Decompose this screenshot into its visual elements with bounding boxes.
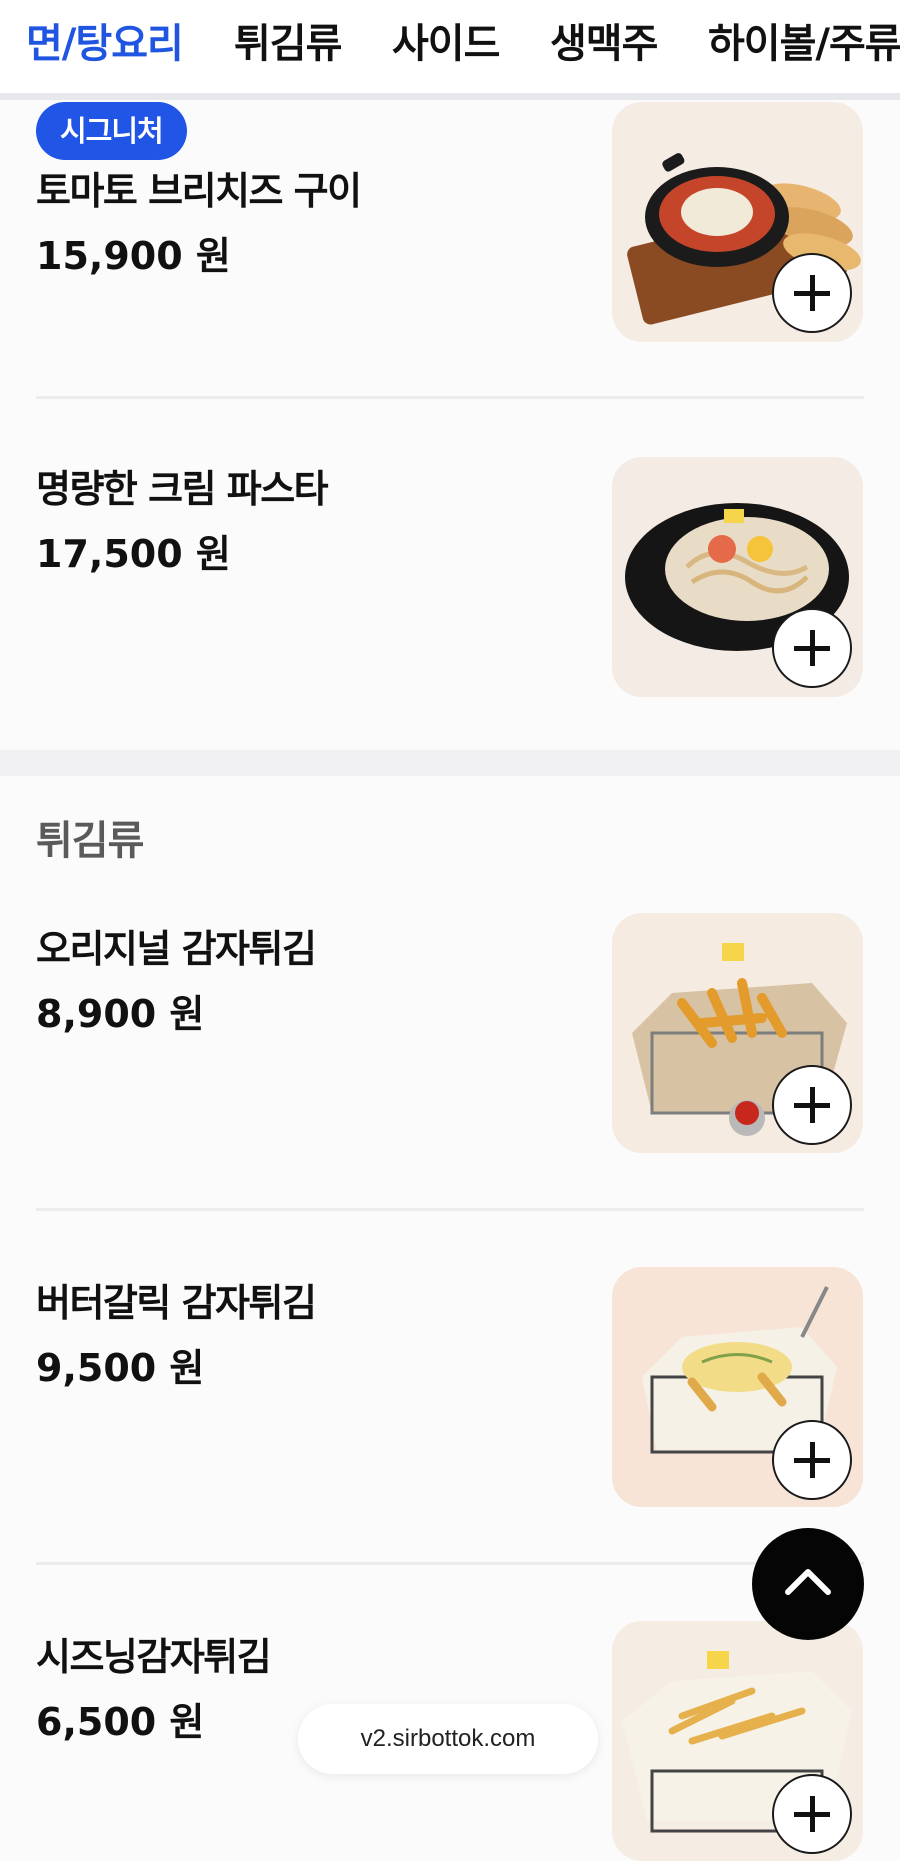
item-divider	[36, 1208, 864, 1211]
menu-item[interactable]: 시그니처 토마토 브리치즈 구이 15,900 원	[0, 100, 900, 400]
tab-side[interactable]: 사이드	[392, 14, 500, 74]
chevron-up-icon	[785, 1569, 831, 1595]
active-tab-indicator	[0, 93, 208, 100]
menu-item-price: 15,900 원	[36, 234, 231, 278]
item-divider	[36, 396, 864, 399]
menu-item-name: 버터갈릭 감자튀김	[36, 1281, 317, 1325]
add-to-cart-button[interactable]	[772, 1774, 852, 1854]
section-title-fried: 튀김류	[36, 818, 144, 864]
item-divider	[36, 1562, 864, 1565]
menu-item-price: 9,500 원	[36, 1346, 205, 1390]
tab-fried[interactable]: 튀김류	[234, 14, 342, 74]
add-to-cart-button[interactable]	[772, 608, 852, 688]
url-bar[interactable]: v2.sirbottok.com	[298, 1704, 598, 1774]
menu-item[interactable]: 오리지널 감자튀김 8,900 원	[0, 880, 900, 1210]
menu-item-name: 오리지널 감자튀김	[36, 927, 317, 971]
menu-item-price: 17,500 원	[36, 532, 231, 576]
category-tab-bar: 면/탕요리 튀김류 사이드 생맥주 하이볼/주류	[0, 0, 900, 100]
add-to-cart-button[interactable]	[772, 1065, 852, 1145]
scroll-to-top-button[interactable]	[752, 1528, 864, 1640]
tab-noodle-soup[interactable]: 면/탕요리	[26, 14, 184, 74]
signature-badge: 시그니처	[36, 102, 187, 160]
menu-item-name: 토마토 브리치즈 구이	[36, 169, 362, 213]
section-separator	[0, 750, 900, 776]
menu-item[interactable]: 명량한 크림 파스타 17,500 원	[0, 400, 900, 750]
add-to-cart-button[interactable]	[772, 1420, 852, 1500]
menu-item-name: 시즈닝감자튀김	[36, 1635, 272, 1679]
tab-draft-beer[interactable]: 생맥주	[550, 14, 658, 74]
menu-item-price: 8,900 원	[36, 992, 205, 1036]
add-to-cart-button[interactable]	[772, 253, 852, 333]
menu-item[interactable]: 버터갈릭 감자튀김 9,500 원	[0, 1212, 900, 1562]
tab-highball-liquor[interactable]: 하이볼/주류	[708, 14, 900, 74]
menu-item-price: 6,500 원	[36, 1700, 205, 1744]
menu-item-name: 명량한 크림 파스타	[36, 467, 329, 511]
